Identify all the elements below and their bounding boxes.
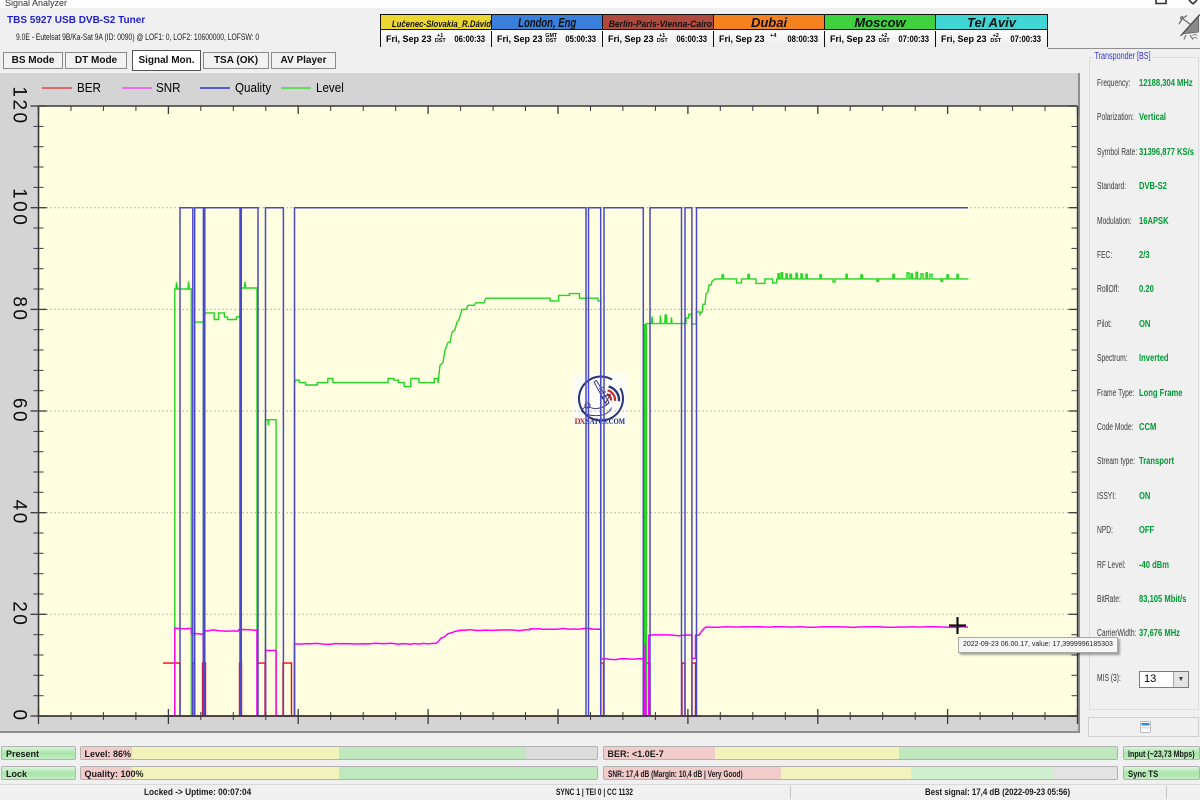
svg-text:0: 0 xyxy=(9,709,30,722)
svg-text:20: 20 xyxy=(9,601,30,627)
svg-text:80: 80 xyxy=(9,296,30,322)
svg-text:60: 60 xyxy=(9,398,30,424)
svg-text:SATCS.COM: SATCS.COM xyxy=(586,416,625,426)
svg-text:40: 40 xyxy=(9,500,30,526)
svg-text:100: 100 xyxy=(9,188,30,227)
svg-text:DX: DX xyxy=(575,416,587,426)
svg-text:120: 120 xyxy=(9,86,30,125)
